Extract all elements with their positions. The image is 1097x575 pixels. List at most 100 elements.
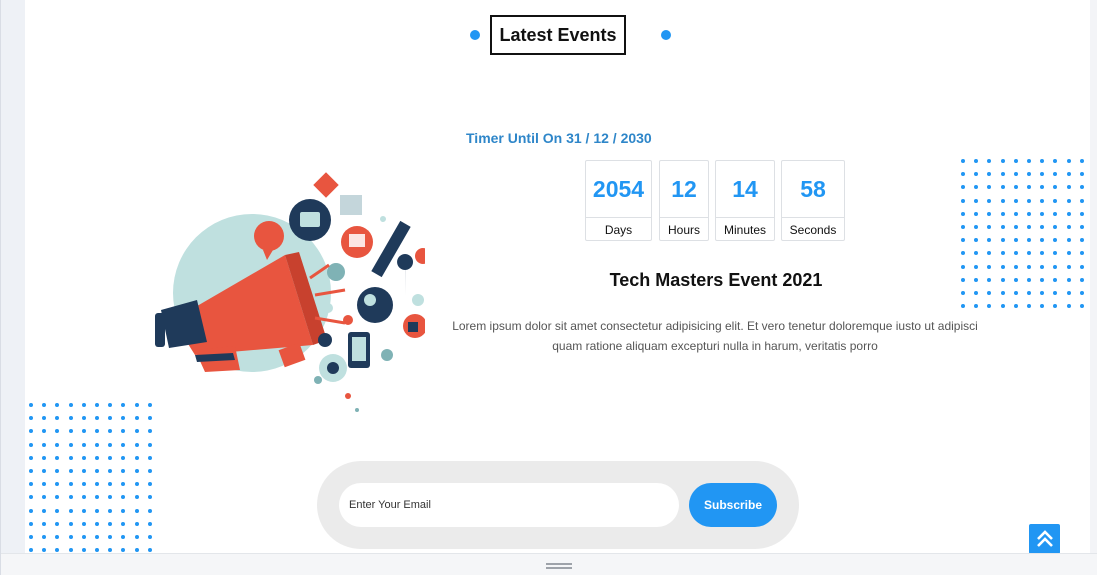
decorative-dot <box>1066 198 1071 203</box>
decorative-dot <box>81 469 86 473</box>
decorative-dot <box>55 416 60 421</box>
decorative-dot <box>1066 185 1071 190</box>
decorative-dot <box>68 521 73 526</box>
event-title: Tech Masters Event 2021 <box>609 270 823 290</box>
decorative-dot <box>1079 264 1084 269</box>
decorative-dot <box>1000 238 1005 243</box>
decorative-dot <box>1040 172 1045 177</box>
decorative-dot <box>134 495 139 500</box>
decorative-dot <box>121 535 126 539</box>
decorative-dot <box>55 535 60 539</box>
decorative-dot <box>974 291 979 295</box>
decorative-dot <box>974 225 979 229</box>
decorative-dot <box>121 495 126 500</box>
decorative-dot <box>1066 225 1071 229</box>
decorative-dot <box>121 508 126 513</box>
megaphone-illustration <box>155 172 425 412</box>
decorative-dot <box>147 469 152 473</box>
decorative-dot <box>1000 159 1005 163</box>
countdown-days: 2054 Days <box>585 160 652 241</box>
decorative-dot <box>81 455 86 460</box>
decorative-dot <box>1079 185 1084 190</box>
decorative-dot <box>1013 264 1018 269</box>
decorative-dot <box>1053 225 1058 229</box>
decorative-dot <box>1040 304 1045 309</box>
decorative-dot <box>81 508 86 513</box>
decorative-dot <box>81 495 86 500</box>
email-input[interactable] <box>339 483 679 527</box>
decorative-dot <box>95 416 99 421</box>
decorative-dot <box>68 416 73 421</box>
decorative-dot <box>134 548 139 553</box>
timer-label: Timer Until On 31 / 12 / 2030 <box>466 130 652 146</box>
decorative-dot <box>1000 211 1005 216</box>
countdown-minutes: 14 Minutes <box>715 160 775 241</box>
decorative-dot <box>961 172 965 177</box>
decorative-dot <box>55 482 60 487</box>
decorative-dot <box>1027 159 1031 163</box>
seconds-value: 58 <box>782 161 844 218</box>
decorative-dot <box>134 429 139 434</box>
decorative-dot <box>108 535 113 539</box>
decorative-dot <box>1040 185 1045 190</box>
decorative-dot <box>121 416 126 421</box>
decorative-dot <box>108 482 113 487</box>
decorative-dot <box>961 211 965 216</box>
decorative-dot <box>134 482 139 487</box>
decorative-dot <box>42 535 47 539</box>
decorative-dot <box>147 482 152 487</box>
decorative-dot <box>1027 291 1031 295</box>
decorative-dot <box>1027 251 1031 256</box>
countdown-seconds: 58 Seconds <box>781 160 845 241</box>
decorative-dot <box>987 198 992 203</box>
section-title: Latest Events <box>490 15 626 55</box>
decorative-dot <box>1013 185 1018 190</box>
decorative-dot <box>81 403 86 407</box>
decorative-dot <box>108 416 113 421</box>
decorative-dot <box>108 403 113 407</box>
decorative-dot <box>1013 172 1018 177</box>
decorative-dot <box>147 495 152 500</box>
decorative-dot <box>1013 225 1018 229</box>
decorative-dot <box>55 548 60 553</box>
decorative-dot <box>1040 198 1045 203</box>
decorative-dot <box>1079 251 1084 256</box>
decorative-dot <box>987 238 992 243</box>
decorative-dot <box>68 429 73 434</box>
decorative-dot <box>1027 185 1031 190</box>
browser-viewport: Latest Events Timer Until On 31 / 12 / 2… <box>0 0 1097 575</box>
decorative-dot <box>42 548 47 553</box>
drag-handle-icon[interactable] <box>546 563 572 569</box>
decorative-dot <box>42 429 47 434</box>
decorative-dot <box>29 508 33 513</box>
decorative-dot <box>95 482 99 487</box>
decorative-dot <box>974 211 979 216</box>
decorative-dot <box>147 442 152 447</box>
decorative-dot <box>974 264 979 269</box>
decorative-dot <box>987 304 992 309</box>
decorative-dot <box>1053 198 1058 203</box>
right-gutter <box>1090 0 1097 553</box>
decorative-dot <box>68 508 73 513</box>
decorative-dot <box>95 455 99 460</box>
decorative-dot <box>1040 277 1045 282</box>
decorative-dot <box>68 469 73 473</box>
decorative-dot <box>1000 225 1005 229</box>
decorative-dot <box>134 521 139 526</box>
double-chevron-up-icon <box>1036 530 1053 547</box>
decorative-dot <box>95 429 99 434</box>
decorative-dot <box>1013 304 1018 309</box>
days-value: 2054 <box>586 161 651 218</box>
decorative-dot <box>42 403 47 407</box>
decorative-dot <box>108 469 113 473</box>
subscribe-button[interactable]: Subscribe <box>689 483 777 527</box>
decorative-dot <box>55 495 60 500</box>
decorative-dot <box>147 548 152 553</box>
decorative-dot <box>1000 172 1005 177</box>
scroll-to-top-button[interactable] <box>1029 524 1060 554</box>
decorative-dot <box>1013 251 1018 256</box>
decorative-dot <box>987 277 992 282</box>
decorative-dot <box>55 508 60 513</box>
hours-value: 12 <box>660 161 708 218</box>
decorative-dot-grid-right <box>961 159 1091 311</box>
